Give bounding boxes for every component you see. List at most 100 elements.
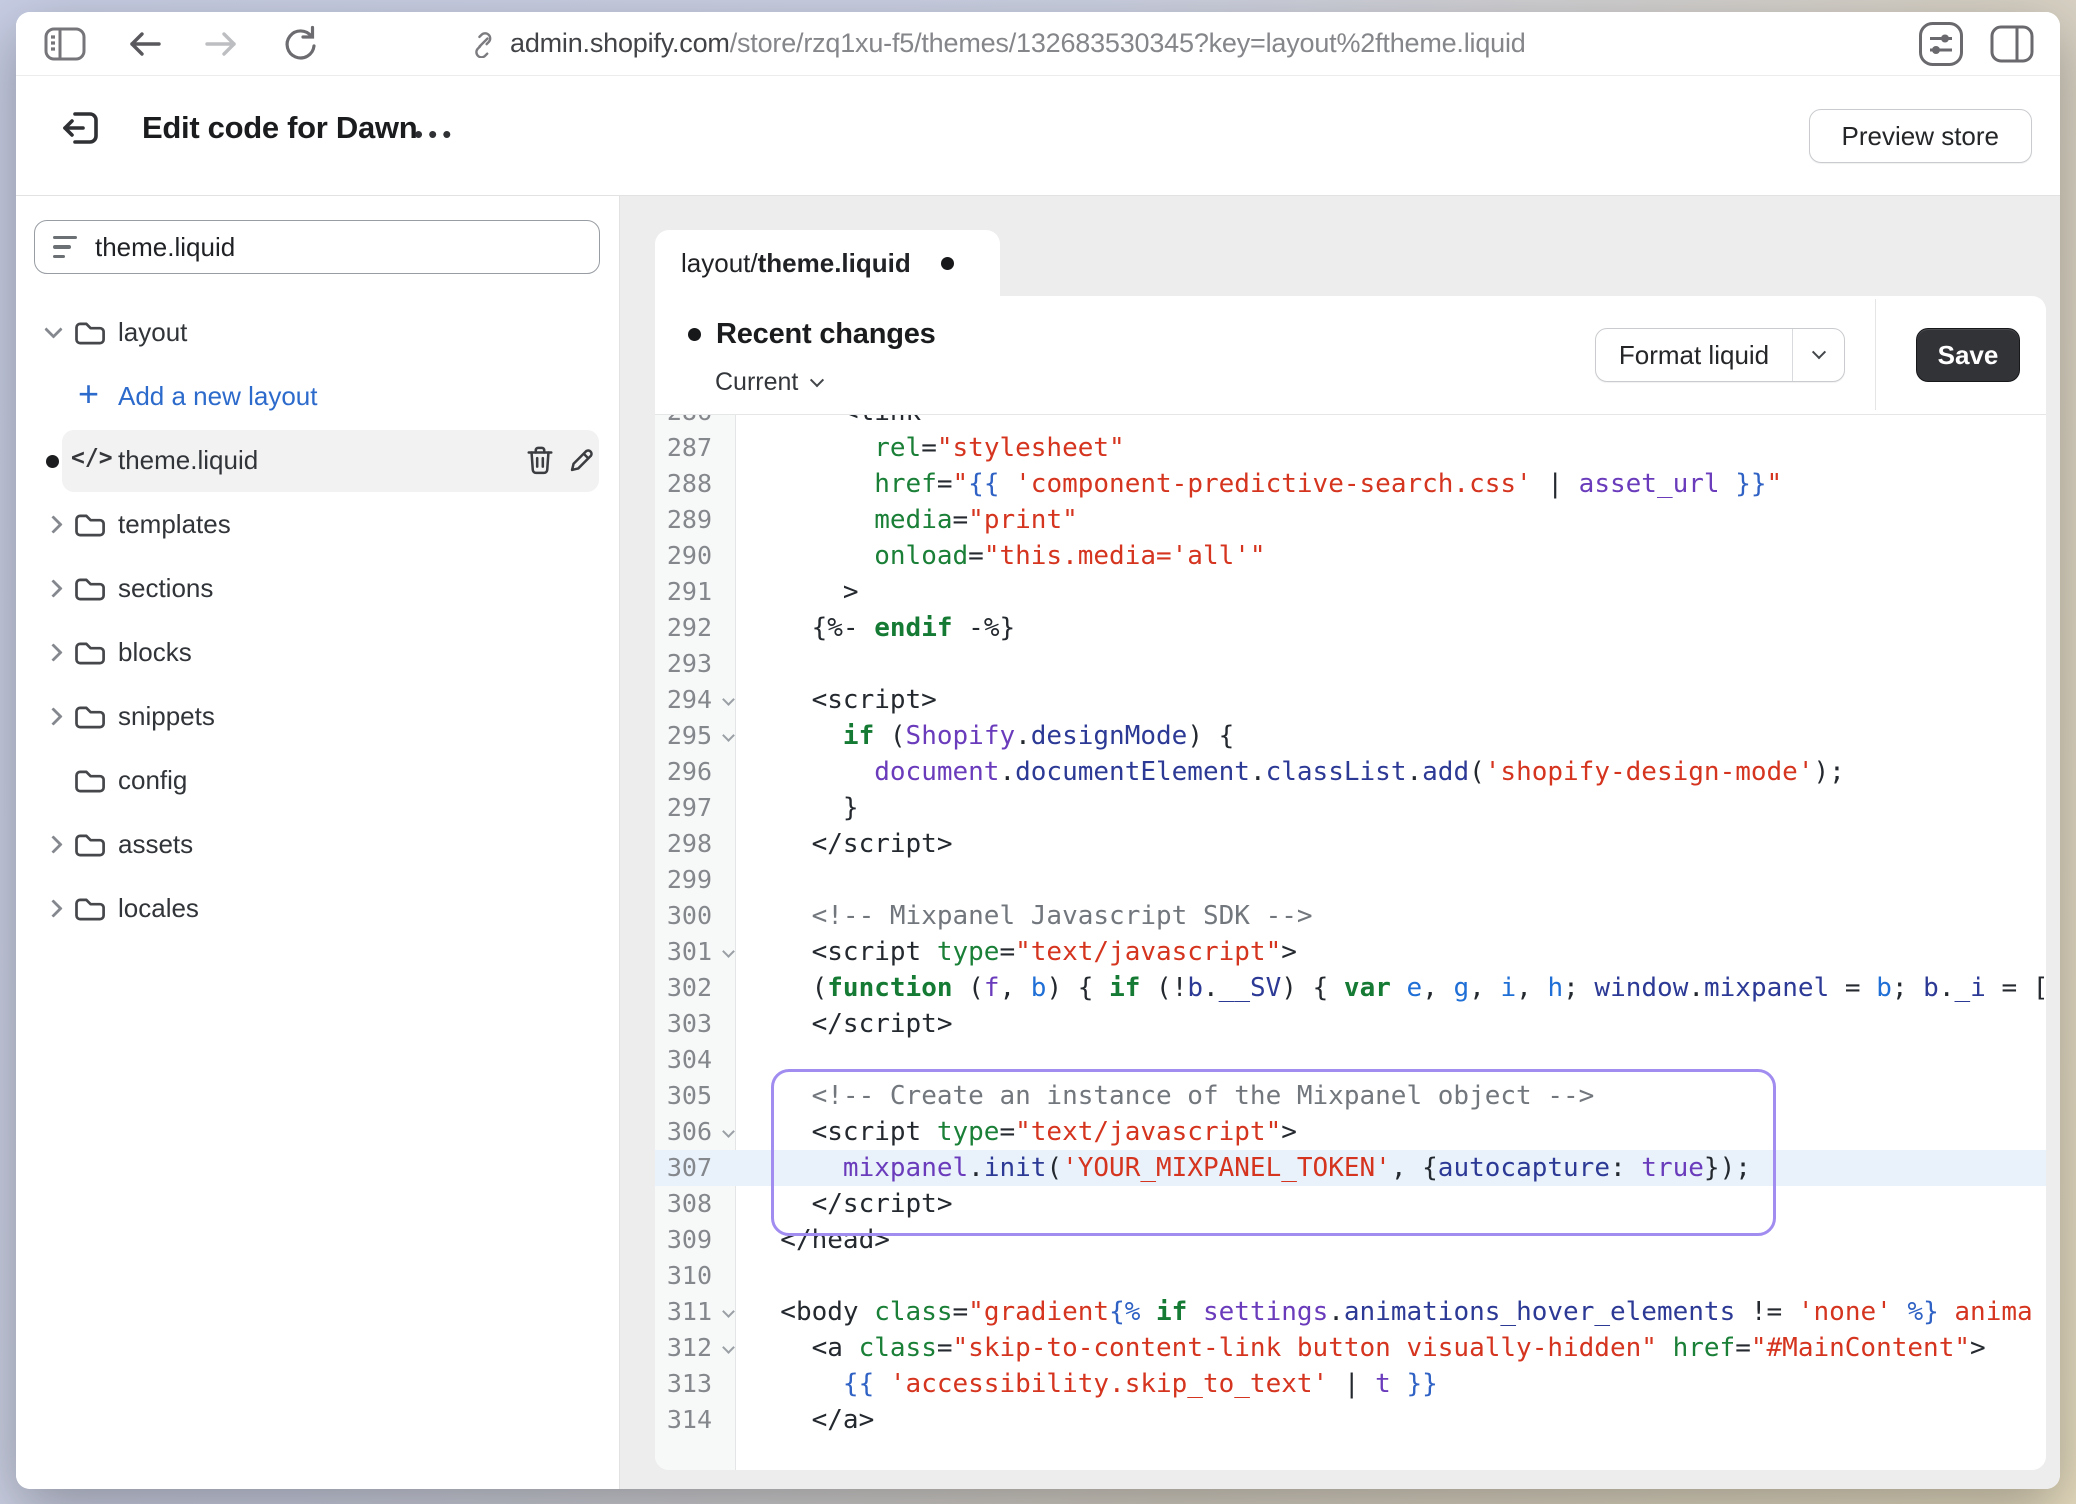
fold-chevron-icon[interactable]: [722, 1305, 735, 1318]
fold-chevron-icon[interactable]: [722, 729, 735, 742]
sidebar-item-config[interactable]: config: [16, 749, 619, 813]
line-number: 305: [655, 1078, 736, 1114]
search-input[interactable]: [95, 232, 581, 263]
code-line-293[interactable]: 293: [655, 646, 2046, 682]
header-divider: [1875, 299, 1876, 410]
line-number: 308: [655, 1186, 736, 1222]
code-line-310[interactable]: 310: [655, 1258, 2046, 1294]
fold-chevron-icon[interactable]: [722, 1125, 735, 1138]
file-search-box[interactable]: [34, 220, 600, 274]
sidebar-item-sections[interactable]: sections: [16, 557, 619, 621]
sidebar-item-layout[interactable]: layout: [16, 301, 619, 365]
line-number: 309: [655, 1222, 736, 1258]
folder-icon: [73, 894, 107, 924]
line-number: 306: [655, 1114, 736, 1150]
exit-editor-icon[interactable]: [60, 108, 102, 148]
code-line-294[interactable]: 294 <script>: [655, 682, 2046, 718]
code-line-text: </script>: [736, 1186, 2046, 1222]
sidebar-item-theme-liquid[interactable]: </>theme.liquid: [16, 429, 619, 493]
chevron-down-icon[interactable]: [44, 320, 62, 338]
version-selector[interactable]: Current: [715, 368, 822, 397]
split-view-icon[interactable]: [1990, 25, 2034, 63]
code-line-text: </script>: [736, 1006, 2046, 1042]
code-line-287[interactable]: 287 rel="stylesheet": [655, 430, 2046, 466]
code-line-313[interactable]: 313 {{ 'accessibility.skip_to_text' | t …: [655, 1366, 2046, 1402]
code-line-307[interactable]: 307 mixpanel.init('YOUR_MIXPANEL_TOKEN',…: [655, 1150, 2046, 1186]
code-line-text: {%- endif -%}: [736, 610, 2046, 646]
sidebar-item-add-new-layout[interactable]: +Add a new layout: [16, 365, 619, 429]
tab-theme-liquid[interactable]: layout/theme.liquid: [655, 230, 1000, 297]
fold-chevron-icon[interactable]: [722, 1341, 735, 1354]
trash-icon[interactable]: [525, 444, 555, 477]
fold-chevron-icon[interactable]: [722, 693, 735, 706]
code-line-299[interactable]: 299: [655, 862, 2046, 898]
code-line-298[interactable]: 298 </script>: [655, 826, 2046, 862]
address-bar[interactable]: admin.shopify.com/store/rzq1xu-f5/themes…: [468, 12, 1526, 75]
sidebar-item-assets[interactable]: assets: [16, 813, 619, 877]
code-line-312[interactable]: 312 <a class="skip-to-content-link butto…: [655, 1330, 2046, 1366]
preview-store-button[interactable]: Preview store: [1809, 109, 2033, 163]
code-line-308[interactable]: 308 </script>: [655, 1186, 2046, 1222]
code-line-288[interactable]: 288 href="{{ 'component-predictive-searc…: [655, 466, 2046, 502]
code-line-text: if (Shopify.designMode) {: [736, 718, 2046, 754]
code-line-311[interactable]: 311 <body class="gradient{% if settings.…: [655, 1294, 2046, 1330]
code-line-text: (function (f, b) { if (!b.__SV) { var e,…: [736, 970, 2046, 1006]
line-number: 291: [655, 574, 736, 610]
chevron-right-icon[interactable]: [44, 515, 62, 533]
fold-chevron-icon[interactable]: [722, 945, 735, 958]
code-line-314[interactable]: 314 </a>: [655, 1402, 2046, 1438]
code-editor[interactable]: 286 <link287 rel="stylesheet"288 href="{…: [655, 415, 2046, 1470]
code-line-296[interactable]: 296 document.documentElement.classList.a…: [655, 754, 2046, 790]
line-number: 288: [655, 466, 736, 502]
line-number: 310: [655, 1258, 736, 1294]
chevron-right-icon[interactable]: [44, 643, 62, 661]
code-line-286[interactable]: 286 <link: [655, 415, 2046, 430]
page-settings-icon[interactable]: [1918, 21, 1964, 67]
code-line-290[interactable]: 290 onload="this.media='all'": [655, 538, 2046, 574]
code-line-291[interactable]: 291 >: [655, 574, 2046, 610]
folder-icon: [73, 702, 107, 732]
code-line-309[interactable]: 309 </head>: [655, 1222, 2046, 1258]
back-icon[interactable]: [124, 27, 164, 61]
code-line-306[interactable]: 306 <script type="text/javascript">: [655, 1114, 2046, 1150]
chevron-right-icon[interactable]: [44, 835, 62, 853]
recent-changes: Recent changes: [688, 318, 936, 351]
pencil-icon[interactable]: [567, 445, 597, 475]
code-line-text: [736, 1258, 2046, 1294]
format-options-chevron[interactable]: [1792, 329, 1844, 381]
code-line-text: [736, 646, 2046, 682]
chevron-right-icon[interactable]: [44, 899, 62, 917]
save-button[interactable]: Save: [1916, 328, 2020, 382]
plus-icon: +: [78, 373, 99, 415]
format-liquid-button[interactable]: Format liquid: [1595, 328, 1845, 382]
code-line-297[interactable]: 297 }: [655, 790, 2046, 826]
chevron-right-icon[interactable]: [44, 579, 62, 597]
line-number: 313: [655, 1366, 736, 1402]
code-line-304[interactable]: 304: [655, 1042, 2046, 1078]
chevron-down-icon: [1811, 345, 1825, 359]
code-line-303[interactable]: 303 </script>: [655, 1006, 2046, 1042]
sidebar-item-snippets[interactable]: snippets: [16, 685, 619, 749]
more-actions-icon[interactable]: •••: [414, 106, 456, 162]
code-line-301[interactable]: 301 <script type="text/javascript">: [655, 934, 2046, 970]
line-number: 304: [655, 1042, 736, 1078]
unsaved-dot: [46, 455, 59, 468]
code-line-305[interactable]: 305 <!-- Create an instance of the Mixpa…: [655, 1078, 2046, 1114]
code-line-289[interactable]: 289 media="print": [655, 502, 2046, 538]
line-number: 303: [655, 1006, 736, 1042]
code-line-292[interactable]: 292 {%- endif -%}: [655, 610, 2046, 646]
line-number: 307: [655, 1150, 736, 1186]
code-line-302[interactable]: 302 (function (f, b) { if (!b.__SV) { va…: [655, 970, 2046, 1006]
code-line-300[interactable]: 300 <!-- Mixpanel Javascript SDK -->: [655, 898, 2046, 934]
reload-icon[interactable]: [280, 23, 320, 65]
sidebar-item-templates[interactable]: templates: [16, 493, 619, 557]
forward-icon[interactable]: [202, 27, 242, 61]
sidebar-toggle-icon[interactable]: [44, 26, 86, 62]
code-line-text: {{ 'accessibility.skip_to_text' | t }}: [736, 1366, 2046, 1402]
sidebar-item-locales[interactable]: locales: [16, 877, 619, 941]
sidebar-item-label: assets: [118, 829, 193, 860]
sidebar-item-blocks[interactable]: blocks: [16, 621, 619, 685]
folder-icon: [73, 318, 107, 348]
chevron-right-icon[interactable]: [44, 707, 62, 725]
code-line-295[interactable]: 295 if (Shopify.designMode) {: [655, 718, 2046, 754]
